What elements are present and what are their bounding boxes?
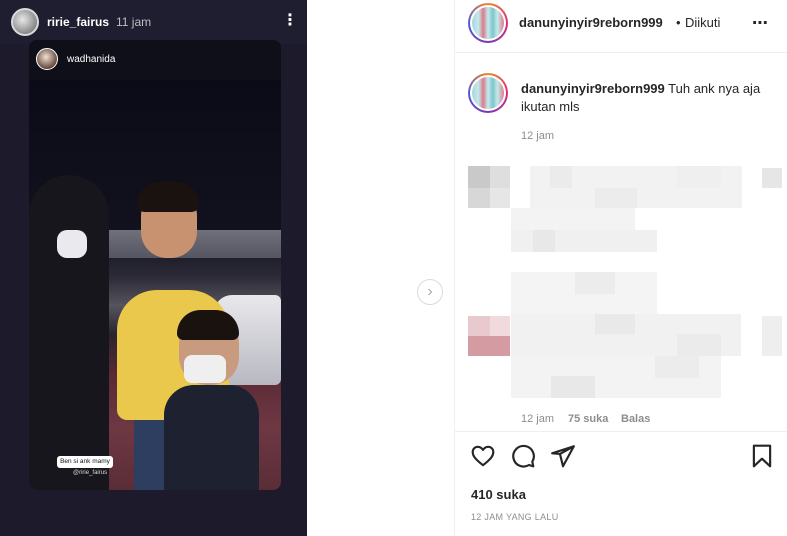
caption: danunyinyir9reborn999 Tuh ank nya aja ik…	[521, 80, 776, 116]
header-divider	[455, 52, 787, 53]
story-text-sticker: Ben si ank mamy 😊	[57, 456, 113, 477]
header-avatar[interactable]	[468, 3, 508, 43]
photo-man-hair	[137, 182, 199, 212]
story-avatar[interactable]	[11, 8, 39, 36]
send-icon[interactable]	[550, 443, 576, 469]
photo-boy-hair	[177, 310, 239, 340]
story-time: 11 jam	[116, 15, 152, 29]
story-more-icon[interactable]: ⋮	[282, 10, 298, 32]
instagram-post-view: ririe_fairus 11 jam ⋮ wadhanida Ben si a…	[0, 0, 787, 536]
photo-boy-mask	[184, 355, 226, 383]
comment-likes[interactable]: 75 suka	[568, 413, 608, 425]
chevron-right-icon: ›	[427, 283, 433, 300]
caption-avatar[interactable]	[468, 73, 508, 113]
story-photo: Ben si ank mamy 😊 @ririe_fairus	[29, 80, 281, 490]
post-media[interactable]: ririe_fairus 11 jam ⋮ wadhanida Ben si a…	[0, 0, 307, 536]
caption-username[interactable]: danunyinyir9reborn999	[521, 81, 665, 96]
photo-woman-mask	[57, 230, 87, 258]
likes-count[interactable]: 410 suka	[471, 487, 526, 502]
more-options-icon[interactable]: ⋯	[752, 13, 769, 33]
comment-icon[interactable]	[510, 443, 536, 469]
post-timestamp[interactable]: 12 JAM YANG LALU	[471, 512, 559, 522]
header-username[interactable]: danunyinyir9reborn999	[519, 15, 663, 30]
post-side-panel: danunyinyir9reborn999 • Diikuti ⋯ danuny…	[454, 0, 787, 536]
following-button[interactable]: Diikuti	[685, 15, 720, 30]
header-separator: •	[676, 15, 681, 30]
heart-icon[interactable]	[470, 443, 496, 469]
actions-divider	[455, 431, 787, 432]
comment-time[interactable]: 12 jam	[521, 413, 554, 425]
comment-reply-button[interactable]: Balas	[621, 413, 650, 425]
next-media-button[interactable]: ›	[417, 279, 443, 305]
bookmark-icon[interactable]	[749, 443, 775, 469]
story-header: ririe_fairus 11 jam ⋮	[0, 0, 307, 44]
reshared-story-card: wadhanida Ben si ank mamy 😊 @ririe_fairu…	[29, 40, 281, 490]
photo-woman	[29, 175, 109, 490]
reshared-story-avatar	[36, 48, 58, 70]
story-mention-tag: @ririe_fairus	[73, 470, 108, 476]
story-username[interactable]: ririe_fairus	[47, 15, 109, 29]
reshared-story-username: wadhanida	[67, 54, 116, 65]
photo-boy-body	[164, 385, 259, 490]
caption-time[interactable]: 12 jam	[521, 130, 554, 142]
reshared-story-header: wadhanida	[29, 40, 281, 80]
